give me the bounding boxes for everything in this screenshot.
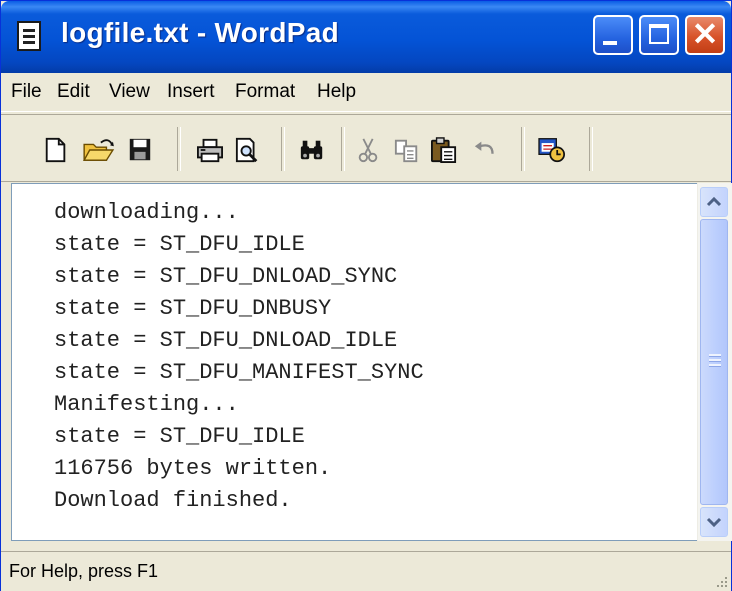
menu-file[interactable]: File [11, 81, 42, 103]
menu-edit[interactable]: Edit [57, 81, 90, 103]
print-icon[interactable] [195, 137, 225, 163]
wordpad-document-icon[interactable] [17, 21, 41, 51]
chevron-down-icon [706, 517, 722, 528]
text-line: Manifesting... [54, 392, 239, 417]
copy-icon[interactable] [393, 137, 421, 163]
toolbar [1, 114, 731, 182]
title-bar[interactable]: logfile.txt - WordPad ✕ [1, 1, 731, 73]
scroll-down-button[interactable] [700, 507, 728, 537]
find-icon[interactable] [297, 137, 327, 163]
text-line: state = ST_DFU_DNBUSY [54, 296, 332, 321]
toolbar-separator [521, 127, 525, 171]
close-icon: ✕ [691, 16, 719, 52]
status-text: For Help, press F1 [9, 561, 159, 581]
maximize-icon [649, 24, 669, 44]
vertical-scrollbar[interactable] [697, 183, 732, 541]
text-line: state = ST_DFU_IDLE [54, 424, 305, 449]
insert-date-time-icon[interactable] [535, 137, 569, 163]
paste-icon[interactable] [429, 137, 459, 163]
print-preview-icon[interactable] [233, 137, 263, 163]
text-line: 116756 bytes written. [54, 456, 332, 481]
window-title: logfile.txt - WordPad [61, 17, 340, 48]
toolbar-separator [341, 127, 345, 171]
chevron-up-icon [706, 196, 722, 207]
new-document-icon[interactable] [43, 137, 69, 163]
toolbar-separator [281, 127, 285, 171]
toolbar-separator [589, 127, 593, 171]
grip-line [709, 354, 721, 357]
text-line: downloading... [54, 200, 239, 225]
grip-line [709, 359, 721, 362]
scroll-up-button[interactable] [700, 187, 728, 217]
menu-format[interactable]: Format [235, 81, 295, 103]
text-line: state = ST_DFU_IDLE [54, 232, 305, 257]
open-folder-icon[interactable] [81, 137, 117, 163]
grip-line [709, 364, 721, 367]
undo-icon[interactable] [471, 137, 501, 163]
status-bar: For Help, press F1 [1, 551, 731, 591]
menu-help[interactable]: Help [317, 81, 356, 103]
wordpad-window: logfile.txt - WordPad ✕ File Edit View I… [0, 0, 732, 591]
resize-grip-icon[interactable] [711, 571, 729, 589]
menu-view[interactable]: View [109, 81, 150, 103]
minimize-icon [603, 41, 617, 45]
menu-insert[interactable]: Insert [167, 81, 215, 103]
close-button[interactable]: ✕ [685, 15, 725, 55]
save-icon[interactable] [127, 137, 153, 163]
minimize-button[interactable] [593, 15, 633, 55]
text-line: state = ST_DFU_DNLOAD_SYNC [54, 264, 398, 289]
text-line: state = ST_DFU_DNLOAD_IDLE [54, 328, 398, 353]
text-line: state = ST_DFU_MANIFEST_SYNC [54, 360, 424, 385]
cut-icon[interactable] [355, 137, 381, 163]
toolbar-separator [177, 127, 181, 171]
scrollbar-thumb[interactable] [700, 219, 728, 505]
document-text-area[interactable]: downloading... state = ST_DFU_IDLE state… [11, 183, 698, 541]
maximize-button[interactable] [639, 15, 679, 55]
menu-bar: File Edit View Insert Format Help [1, 73, 731, 112]
text-line: Download finished. [54, 488, 292, 513]
